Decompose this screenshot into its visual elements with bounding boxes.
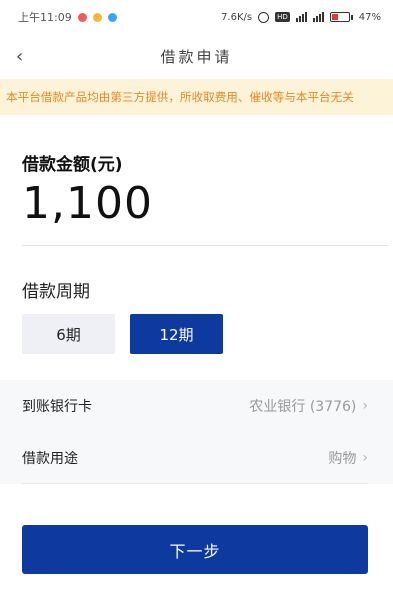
battery-icon [329, 12, 353, 22]
status-time: 上午11:09 [18, 11, 72, 24]
notification-app-icon [77, 12, 87, 22]
bank-card-label: 到账银行卡 [22, 399, 92, 415]
bank-card-value-group: 农业银行 (3776) › [249, 396, 368, 416]
next-step-button[interactable]: 下一步 [22, 525, 368, 574]
signal-icon [295, 12, 307, 22]
period-option-6[interactable]: 6期 [22, 314, 115, 354]
chevron-right-icon: › [362, 398, 368, 414]
status-right: 7.6K/s HD 47% [221, 11, 381, 23]
period-label: 借款周期 [22, 282, 90, 302]
battery-level: 47% [358, 11, 381, 23]
status-bar: 上午11:09 7.6K/s HD 47% [0, 0, 393, 34]
amount-label: 借款金额(元) [22, 155, 123, 175]
amount-value[interactable]: 1,100 [22, 178, 153, 229]
status-left: 上午11:09 [18, 9, 117, 25]
notice-text: 本平台借款产品均由第三方提供，所收取费用、催收等与本平台无关 [6, 90, 354, 104]
chevron-left-icon[interactable]: ‹ [16, 46, 23, 67]
network-speed: 7.6K/s [221, 11, 253, 23]
notification-app-icon [92, 12, 102, 22]
signal-icon [312, 12, 324, 22]
notification-app-icon [107, 12, 117, 22]
page-title: 借款申请 [160, 47, 233, 66]
divider [22, 245, 388, 246]
period-option-12[interactable]: 12期 [130, 314, 223, 354]
alarm-icon [258, 11, 270, 23]
navbar: ‹ 借款申请 [0, 38, 393, 74]
bank-card-value: 农业银行 (3776) [249, 399, 357, 415]
usage-row[interactable]: 借款用途 购物 › [22, 432, 368, 484]
hd-icon: HD [275, 12, 290, 22]
usage-label: 借款用途 [22, 450, 78, 467]
chevron-right-icon: › [362, 449, 368, 466]
usage-value: 购物 [328, 450, 357, 467]
notice-banner: 本平台借款产品均由第三方提供，所收取费用、催收等与本平台无关 [0, 79, 393, 115]
usage-value-group: 购物 › [328, 448, 368, 468]
bank-card-row[interactable]: 到账银行卡 农业银行 (3776) › [22, 380, 368, 432]
